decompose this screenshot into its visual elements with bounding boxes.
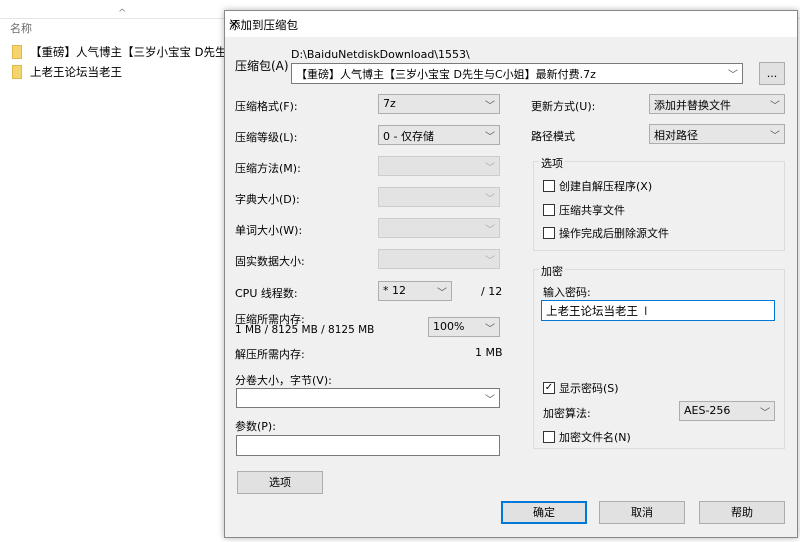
checkbox-icon bbox=[543, 204, 555, 216]
sort-arrow-icon: ^ bbox=[118, 8, 127, 19]
update-value: 添加并替换文件 bbox=[654, 99, 731, 112]
encrypt-names-label: 加密文件名(N) bbox=[559, 431, 631, 444]
level-label: 压缩等级(L): bbox=[235, 131, 298, 144]
archive-path: D:\BaiduNetdiskDownload\1553\ bbox=[291, 48, 470, 61]
method-select[interactable]: ﹀ bbox=[378, 156, 500, 176]
chevron-down-icon: ﹀ bbox=[770, 101, 780, 112]
word-label: 单词大小(W): bbox=[235, 224, 303, 237]
sfx-checkbox[interactable]: 创建自解压程序(X) bbox=[543, 178, 652, 194]
checkmark-icon: ✓ bbox=[543, 382, 555, 394]
cpu-select[interactable]: * 12 ﹀ bbox=[378, 281, 452, 301]
dmem-value: 1 MB bbox=[475, 346, 503, 359]
add-to-archive-dialog: 添加到压缩包 ✕ 压缩包(A) D:\BaiduNetdiskDownload\1… bbox=[224, 10, 798, 538]
checkbox-icon bbox=[543, 180, 555, 192]
format-label: 压缩格式(F): bbox=[235, 100, 298, 113]
cpu-total: / 12 bbox=[481, 285, 503, 298]
mem-value: 1 MB / 8125 MB / 8125 MB bbox=[235, 324, 375, 336]
level-value: 0 - 仅存储 bbox=[383, 130, 434, 143]
path-label: 路径模式 bbox=[531, 130, 575, 143]
encryption-group-label: 加密 bbox=[539, 263, 565, 279]
chevron-down-icon: ﹀ bbox=[437, 288, 447, 299]
password-value: 上老王论坛当老王 bbox=[546, 304, 638, 318]
checkbox-icon bbox=[543, 431, 555, 443]
chevron-down-icon: ﹀ bbox=[485, 256, 495, 267]
params-label: 参数(P): bbox=[235, 420, 276, 433]
show-password-checkbox[interactable]: ✓ 显示密码(S) bbox=[543, 380, 619, 396]
solid-select[interactable]: ﹀ bbox=[378, 249, 500, 269]
dict-label: 字典大小(D): bbox=[235, 193, 300, 206]
folder-icon bbox=[12, 65, 22, 79]
delete-label: 操作完成后删除源文件 bbox=[559, 227, 669, 240]
archive-name-combo[interactable]: 【重磅】人气博主【三岁小宝宝 D先生与C小姐】最新付费.7z ﹀ bbox=[291, 63, 743, 84]
help-button[interactable]: 帮助 bbox=[699, 501, 785, 524]
delete-checkbox[interactable]: 操作完成后删除源文件 bbox=[543, 225, 669, 241]
algo-select[interactable]: AES-256 ﹀ bbox=[679, 401, 775, 421]
volume-label: 分卷大小，字节(V): bbox=[235, 374, 332, 387]
update-label: 更新方式(U): bbox=[531, 100, 596, 113]
chevron-down-icon: ﹀ bbox=[485, 225, 495, 236]
solid-label: 固实数据大小: bbox=[235, 255, 305, 268]
word-select[interactable]: ﹀ bbox=[378, 218, 500, 238]
algo-label: 加密算法: bbox=[543, 407, 591, 420]
volume-combo[interactable]: ﹀ bbox=[236, 388, 500, 408]
chevron-down-icon: ﹀ bbox=[728, 70, 738, 81]
show-password-label: 显示密码(S) bbox=[559, 382, 619, 395]
encrypt-names-checkbox[interactable]: 加密文件名(N) bbox=[543, 429, 631, 445]
cpu-label: CPU 线程数: bbox=[235, 287, 298, 300]
file-name: 上老王论坛当老王 bbox=[30, 65, 122, 79]
ok-button[interactable]: 确定 bbox=[501, 501, 587, 524]
column-header-name[interactable]: 名称 bbox=[10, 20, 32, 36]
archive-name: 【重磅】人气博主【三岁小宝宝 D先生与C小姐】最新付费.7z bbox=[296, 68, 596, 81]
format-select[interactable]: 7z ﹀ bbox=[378, 94, 500, 114]
chevron-down-icon: ﹀ bbox=[760, 408, 770, 419]
mem-percent-select[interactable]: 100% ﹀ bbox=[428, 317, 500, 337]
cpu-value: * 12 bbox=[383, 284, 406, 297]
file-name: 【重磅】人气博主【三岁小宝宝 D先生与 bbox=[30, 45, 239, 59]
mem-percent: 100% bbox=[433, 320, 465, 333]
chevron-down-icon: ﹀ bbox=[485, 194, 495, 205]
file-item[interactable]: 上老王论坛当老王 bbox=[12, 63, 122, 81]
folder-icon bbox=[12, 45, 22, 59]
chevron-down-icon: ﹀ bbox=[485, 163, 495, 174]
close-icon[interactable]: ✕ bbox=[229, 17, 789, 31]
chevron-down-icon: ﹀ bbox=[485, 132, 495, 143]
title-bar: 添加到压缩包 ✕ bbox=[225, 11, 797, 37]
format-value: 7z bbox=[383, 97, 396, 110]
params-input[interactable] bbox=[236, 435, 500, 456]
shared-checkbox[interactable]: 压缩共享文件 bbox=[543, 202, 625, 218]
chevron-down-icon: ﹀ bbox=[485, 101, 495, 112]
archive-label: 压缩包(A) bbox=[235, 59, 289, 73]
options-group-label: 选项 bbox=[539, 155, 565, 171]
path-value: 相对路径 bbox=[654, 129, 698, 142]
sfx-label: 创建自解压程序(X) bbox=[559, 180, 653, 193]
chevron-down-icon: ﹀ bbox=[485, 324, 495, 335]
dict-select[interactable]: ﹀ bbox=[378, 187, 500, 207]
options-button[interactable]: 选项 bbox=[237, 471, 323, 494]
browse-button[interactable]: ... bbox=[759, 62, 785, 85]
checkbox-icon bbox=[543, 227, 555, 239]
password-label: 输入密码: bbox=[543, 286, 591, 299]
shared-label: 压缩共享文件 bbox=[559, 204, 625, 217]
update-select[interactable]: 添加并替换文件 ﹀ bbox=[649, 94, 785, 114]
dmem-label: 解压所需内存: bbox=[235, 348, 305, 361]
method-label: 压缩方法(M): bbox=[235, 162, 301, 175]
cancel-button[interactable]: 取消 bbox=[599, 501, 685, 524]
chevron-down-icon: ﹀ bbox=[770, 131, 780, 142]
algo-value: AES-256 bbox=[684, 404, 731, 417]
password-input[interactable]: 上老王论坛当老王 I bbox=[541, 300, 775, 321]
level-select[interactable]: 0 - 仅存储 ﹀ bbox=[378, 125, 500, 145]
path-select[interactable]: 相对路径 ﹀ bbox=[649, 124, 785, 144]
file-item[interactable]: 【重磅】人气博主【三岁小宝宝 D先生与 bbox=[12, 43, 238, 61]
chevron-down-icon: ﹀ bbox=[485, 395, 495, 406]
